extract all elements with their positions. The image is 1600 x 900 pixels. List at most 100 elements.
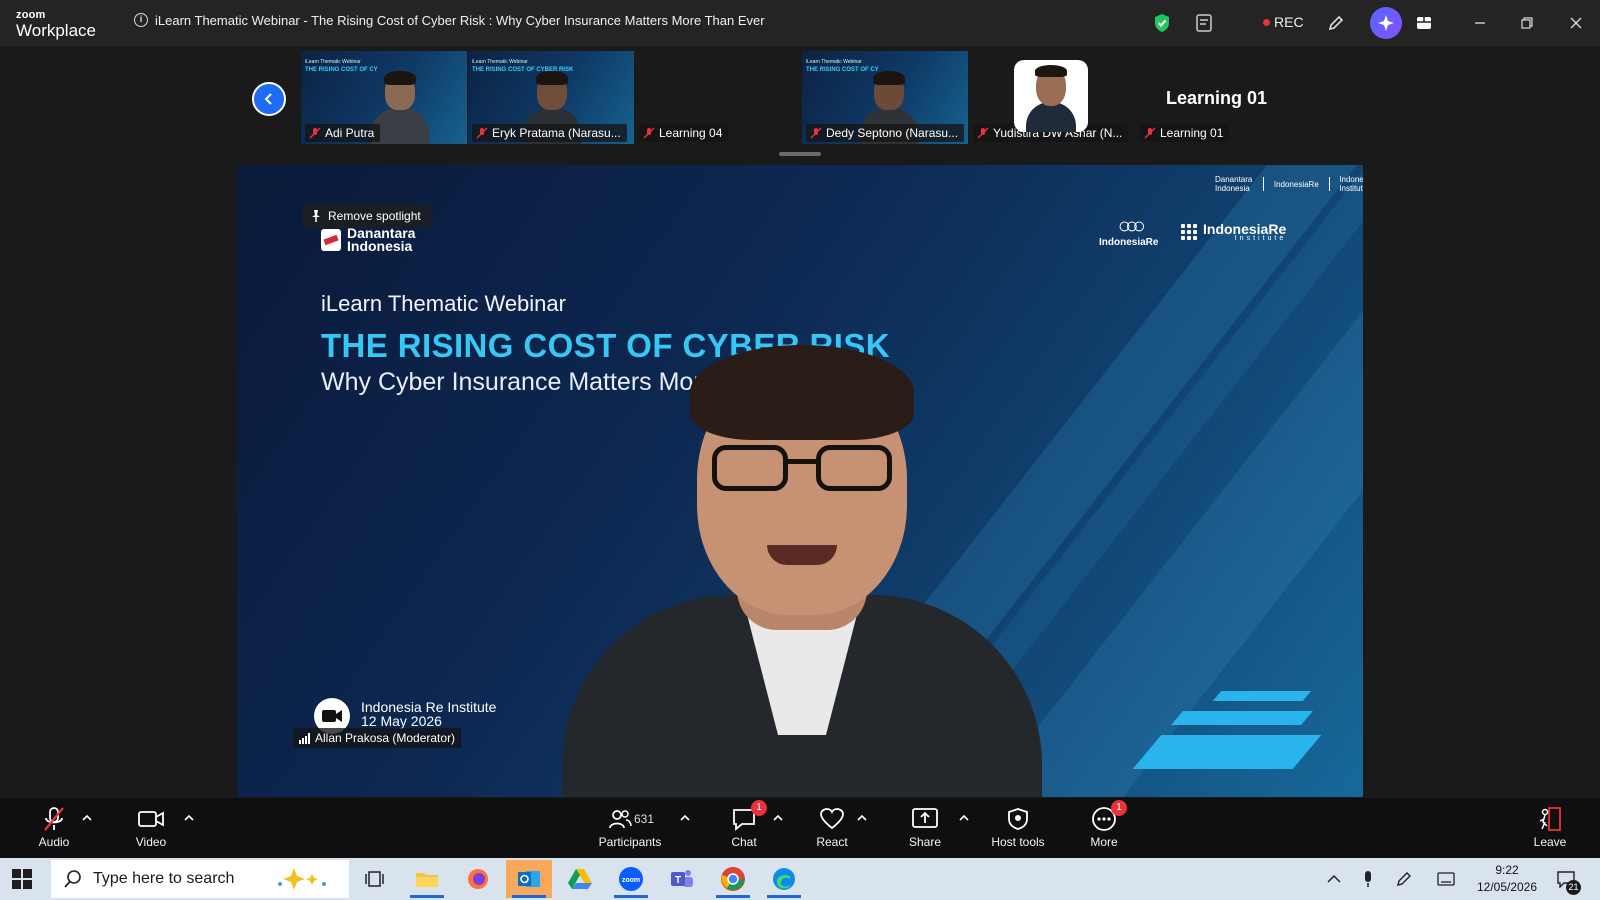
slide-top-logos: Danantara Indonesia IndonesiaRe Indonesi…: [1215, 175, 1363, 193]
logo-separator: [1328, 177, 1330, 191]
encryption-shield-icon[interactable]: [1150, 11, 1174, 35]
participant-name-tag: Dedy Septono (Narasu...: [806, 124, 964, 142]
restore-icon[interactable]: [1515, 11, 1539, 35]
danantara-logo: Danantara Indonesia: [321, 226, 415, 254]
share-button[interactable]: Share: [885, 806, 965, 849]
zoom-app-icon[interactable]: zoom: [608, 860, 654, 898]
brand-top: zoom: [16, 9, 46, 21]
audio-options-chevron-icon[interactable]: [81, 812, 93, 824]
windows-taskbar: Type here to search zoom T 9:22 12/05/20…: [0, 858, 1600, 900]
logo-separator: [1263, 177, 1264, 191]
taskbar-clock[interactable]: 9:22 12/05/2026: [1472, 862, 1542, 896]
minimize-icon[interactable]: [1468, 11, 1492, 35]
annotate-pen-icon[interactable]: [1324, 11, 1348, 35]
slide-decor-bars: [1087, 659, 1322, 769]
microphone-icon[interactable]: [1358, 869, 1378, 889]
taskbar-search-input[interactable]: Type here to search: [51, 860, 349, 898]
file-explorer-icon[interactable]: [404, 860, 450, 898]
speaker-name: Allan Prakosa (Moderator): [315, 731, 456, 745]
react-options-chevron-icon[interactable]: [856, 812, 868, 824]
participant-tile[interactable]: iLearn Thematic Webinar THE RISING COST …: [468, 51, 634, 144]
danantara-logo-line2: Indonesia: [347, 238, 413, 254]
leave-button[interactable]: Leave: [1510, 806, 1590, 849]
mic-muted-icon: [309, 127, 321, 139]
mic-muted-icon: [977, 127, 989, 139]
title-bar: zoom Workplace i iLearn Thematic Webinar…: [0, 0, 1600, 46]
chat-badge: 1: [751, 800, 767, 816]
windows-start-icon[interactable]: [12, 869, 32, 889]
clock-date: 12/05/2026: [1476, 880, 1538, 894]
leave-label: Leave: [1533, 835, 1567, 849]
spotlight-video[interactable]: Danantara Indonesia IndonesiaRe Indonesi…: [237, 165, 1363, 797]
react-label: React: [816, 835, 848, 849]
participants-count: 631: [634, 812, 655, 826]
share-options-chevron-icon[interactable]: [958, 812, 970, 824]
ai-companion-button[interactable]: [1370, 7, 1402, 39]
host-tools-button[interactable]: Host tools: [978, 806, 1058, 849]
participants-options-chevron-icon[interactable]: [679, 812, 691, 824]
shield-icon: [1008, 808, 1028, 830]
slide-eyebrow: iLearn Thematic Webinar: [321, 291, 566, 316]
touch-keyboard-icon[interactable]: [1436, 869, 1456, 889]
firefox-icon[interactable]: [455, 860, 501, 898]
captions-icon[interactable]: [1192, 11, 1216, 35]
indonesiare-logo-text: IndonesiaRe: [1099, 237, 1159, 248]
video-camera-icon: [138, 811, 164, 827]
chrome-icon[interactable]: [710, 860, 756, 898]
mic-muted-icon: [476, 127, 488, 139]
signal-strength-icon: [299, 732, 310, 744]
gallery-previous-button[interactable]: [252, 82, 286, 116]
participants-icon: [609, 810, 632, 829]
share-label: Share: [908, 835, 942, 849]
pen-icon[interactable]: [1394, 869, 1414, 889]
outlook-icon[interactable]: [506, 860, 552, 898]
participant-profile-photo: [1014, 60, 1088, 132]
chat-label: Chat: [731, 835, 757, 849]
participant-name-tag: Adi Putra: [305, 124, 381, 142]
mic-muted-icon: [810, 127, 822, 139]
close-icon[interactable]: [1564, 11, 1588, 35]
meeting-title: iLearn Thematic Webinar - The Rising Cos…: [155, 13, 765, 28]
task-view-icon[interactable]: [352, 860, 398, 898]
chevron-up-icon[interactable]: [1324, 869, 1344, 889]
danantara-logo-mark: [321, 229, 341, 251]
video-button[interactable]: Video: [111, 806, 191, 849]
chat-options-chevron-icon[interactable]: [772, 812, 784, 824]
remove-spotlight-button[interactable]: Remove spotlight: [302, 204, 431, 228]
participant-large-label: Learning 01: [1166, 88, 1268, 108]
chevron-left-icon: [264, 93, 272, 105]
more-label: More: [1090, 835, 1118, 849]
tile-slide-text: iLearn Thematic Webinar: [472, 59, 528, 65]
participants-button[interactable]: 631 Participants: [589, 806, 671, 849]
recording-indicator[interactable]: REC: [1263, 14, 1304, 30]
participant-tile[interactable]: iLearn Thematic Webinar THE RISING COST …: [802, 51, 968, 144]
danantara-logo-text: Danantara Indonesia: [347, 226, 415, 254]
edge-icon[interactable]: [761, 860, 807, 898]
gallery-strip: iLearn Thematic Webinar THE RISING COST …: [0, 46, 1600, 164]
mic-muted-icon: [44, 807, 64, 831]
gallery-resize-handle[interactable]: [779, 152, 821, 156]
teams-icon[interactable]: T: [659, 860, 705, 898]
leave-door-icon: [1539, 807, 1561, 831]
brand-bottom: Workplace: [16, 21, 96, 40]
participant-tile[interactable]: Learning 04: [635, 51, 801, 144]
speaker-name-tag: Allan Prakosa (Moderator): [293, 728, 462, 748]
participant-tile[interactable]: iLearn Thematic Webinar THE RISING COST …: [301, 51, 467, 144]
indonesiare-institute-logo: IndonesiaRe Institute: [1181, 221, 1286, 242]
google-drive-icon[interactable]: [557, 860, 603, 898]
rec-label: REC: [1274, 14, 1304, 30]
participants-label: Participants: [598, 835, 662, 849]
video-options-chevron-icon[interactable]: [183, 812, 195, 824]
mic-muted-icon: [1144, 127, 1156, 139]
participant-name: Eryk Pratama (Narasu...: [492, 126, 621, 140]
logo-ire-small: IndonesiaRe: [1273, 179, 1319, 189]
meeting-info-icon[interactable]: i: [134, 13, 148, 27]
apps-icon[interactable]: [1412, 11, 1436, 35]
tile-slide-text: iLearn Thematic Webinar: [305, 59, 361, 65]
remove-spotlight-label: Remove spotlight: [328, 209, 421, 223]
search-placeholder: Type here to search: [93, 870, 235, 887]
zoom-logo: zoom Workplace: [16, 9, 96, 40]
recording-dot-icon: [1263, 18, 1270, 26]
more-button[interactable]: 1 More: [1064, 800, 1144, 849]
video-label: Video: [135, 835, 167, 849]
